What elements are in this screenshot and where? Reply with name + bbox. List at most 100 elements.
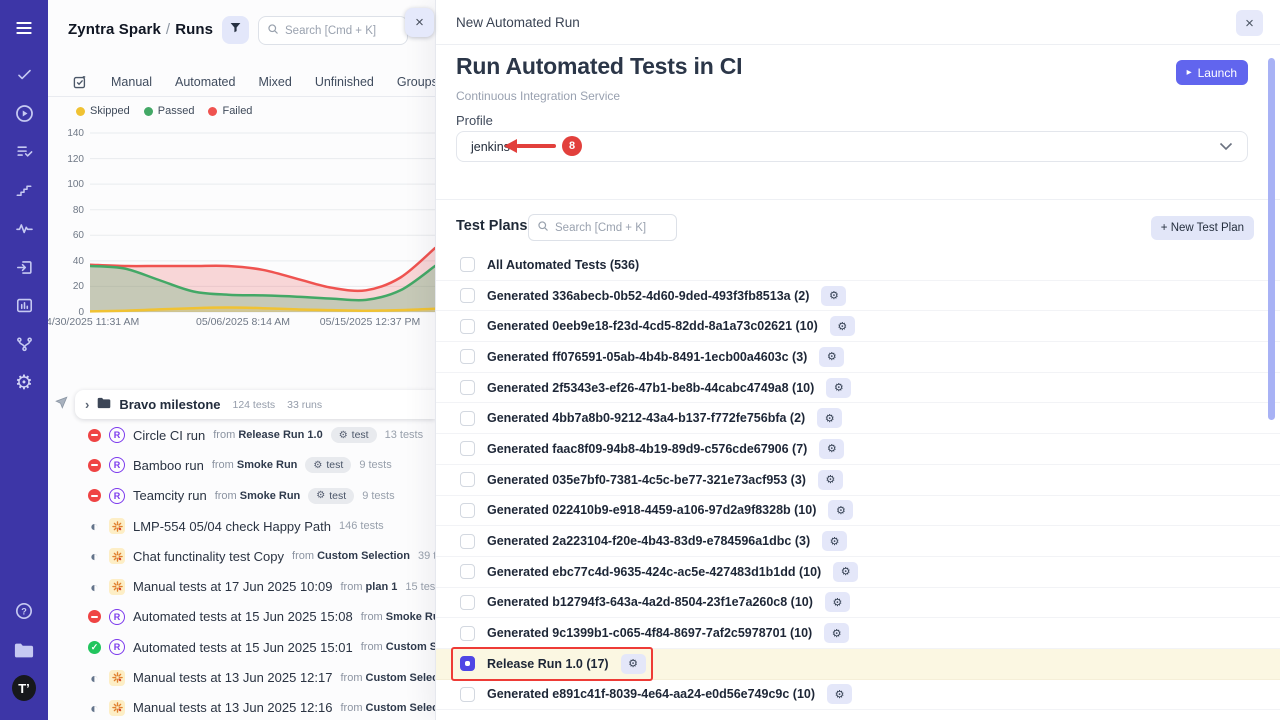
- run-name: Manual tests at 13 Jun 2025 12:16: [133, 700, 332, 715]
- test-plan-checkbox[interactable]: [460, 472, 475, 487]
- test-plan-row[interactable]: Generated 022410b9-e918-4459-a106-97d2a9…: [436, 496, 1280, 527]
- test-plan-settings-button[interactable]: ⚙: [621, 654, 646, 674]
- launch-button[interactable]: ▸ Launch: [1176, 60, 1248, 85]
- tab-groups[interactable]: Groups: [397, 75, 435, 89]
- test-plan-settings-button[interactable]: ⚙: [822, 531, 847, 551]
- run-list-item[interactable]: ✓RAutomated tests at 15 Jun 2025 15:01fr…: [48, 632, 435, 662]
- test-plan-settings-button[interactable]: ⚙: [833, 562, 858, 582]
- test-plan-settings-button[interactable]: ⚙: [824, 623, 849, 643]
- run-list-item[interactable]: RAutomated tests at 15 Jun 2025 15:08fro…: [48, 602, 435, 632]
- test-plan-settings-button[interactable]: ⚙: [827, 684, 852, 704]
- test-plan-row[interactable]: Generated faac8f09-94b8-4b19-89d9-c576cd…: [436, 434, 1280, 465]
- run-play-icon[interactable]: [12, 101, 36, 125]
- test-plan-settings-button[interactable]: ⚙: [818, 470, 843, 490]
- test-plan-checkbox[interactable]: [460, 319, 475, 334]
- run-list-item[interactable]: ◐LMP-554 05/04 check Happy Path146 tests: [48, 511, 435, 541]
- test-plan-settings-button[interactable]: ⚙: [817, 408, 842, 428]
- test-plan-checkbox[interactable]: [460, 564, 475, 579]
- test-plan-row[interactable]: Generated b12794f3-643a-4a2d-8504-23f1e7…: [436, 588, 1280, 619]
- manual-run-icon: [109, 518, 125, 534]
- runs-search[interactable]: [258, 16, 408, 45]
- help-icon[interactable]: ?: [12, 599, 36, 623]
- test-plan-row[interactable]: Generated ebc77c4d-9635-424c-ac5e-427483…: [436, 557, 1280, 588]
- run-list-item[interactable]: ◐Manual tests at 13 Jun 2025 12:17from C…: [48, 662, 435, 692]
- test-plan-checkbox[interactable]: [460, 257, 475, 272]
- settings-icon[interactable]: ⚙: [12, 371, 36, 395]
- breadcrumb-app[interactable]: Zyntra Spark: [68, 21, 161, 38]
- pending-status-icon: ◐: [88, 701, 101, 714]
- test-plan-row[interactable]: Generated ff076591-05ab-4b4b-8491-1ecb00…: [436, 342, 1280, 373]
- test-plan-checkbox[interactable]: [460, 626, 475, 641]
- activity-icon[interactable]: [12, 217, 36, 241]
- group-row-bravo-milestone[interactable]: › Bravo milestone 124 tests 33 runs: [75, 390, 435, 419]
- panel-close-button[interactable]: ×: [405, 8, 434, 37]
- test-plan-row[interactable]: Generated 2a223104-f20e-4b43-83d9-e78459…: [436, 526, 1280, 557]
- test-plan-row[interactable]: Generated 035e7bf0-7381-4c5c-be77-321e73…: [436, 465, 1280, 496]
- test-plan-checkbox[interactable]: [460, 595, 475, 610]
- run-list-item[interactable]: RBamboo runfrom Smoke Run⚙test9 tests: [48, 450, 435, 480]
- tests-check-icon[interactable]: [12, 62, 36, 86]
- menu-icon[interactable]: [12, 16, 36, 40]
- test-plan-checkbox[interactable]: [460, 380, 475, 395]
- test-plan-settings-button[interactable]: ⚙: [819, 439, 844, 459]
- steps-icon[interactable]: [12, 178, 36, 202]
- test-plan-settings-button[interactable]: ⚙: [819, 347, 844, 367]
- test-plan-row[interactable]: Generated 336abecb-0b52-4d60-9ded-493f3f…: [436, 281, 1280, 312]
- test-plan-settings-button[interactable]: ⚙: [825, 592, 850, 612]
- test-plan-row[interactable]: All Automated Tests (536): [436, 250, 1280, 281]
- test-plan-row[interactable]: Generated 4bb7a8b0-9212-43a4-b137-f772fe…: [436, 403, 1280, 434]
- test-plans-header: Test Plans + New Test Plan: [436, 206, 1280, 250]
- search-input[interactable]: [285, 25, 399, 37]
- filter-button[interactable]: [222, 16, 249, 44]
- chevron-right-icon[interactable]: ›: [85, 398, 89, 411]
- test-plan-checkbox[interactable]: [460, 534, 475, 549]
- test-plan-settings-button[interactable]: ⚙: [830, 316, 855, 336]
- new-test-plan-button[interactable]: + New Test Plan: [1151, 216, 1254, 240]
- run-list-item[interactable]: ◐Chat functinality test Copyfrom Custom …: [48, 541, 435, 571]
- select-runs-icon[interactable]: [72, 74, 88, 90]
- test-plan-settings-button[interactable]: ⚙: [828, 500, 853, 520]
- drawer-close-button[interactable]: ×: [1236, 10, 1263, 36]
- test-plan-checkbox[interactable]: [460, 411, 475, 426]
- automated-run-icon: R: [109, 457, 125, 473]
- test-plan-row[interactable]: Generated e891c41f-8039-4e64-aa24-e0d56e…: [436, 680, 1280, 711]
- tab-manual[interactable]: Manual: [111, 75, 152, 89]
- test-plan-settings-button[interactable]: ⚙: [826, 378, 851, 398]
- test-plan-row[interactable]: Generated 2f5343e3-ef26-47b1-be8b-44cabc…: [436, 373, 1280, 404]
- tab-mixed[interactable]: Mixed: [258, 75, 291, 89]
- tab-automated[interactable]: Automated: [175, 75, 235, 89]
- sign-in-icon[interactable]: [12, 255, 36, 279]
- vertical-scrollbar[interactable]: [1268, 58, 1275, 420]
- test-plan-checkbox[interactable]: [460, 503, 475, 518]
- test-plan-label: Release Run 1.0 (17): [487, 657, 609, 671]
- test-plan-checkbox[interactable]: [460, 441, 475, 456]
- test-plan-checkbox[interactable]: [460, 656, 475, 671]
- tab-unfinished[interactable]: Unfinished: [315, 75, 374, 89]
- run-list-item[interactable]: ◐Manual tests at 17 Jun 2025 10:09from p…: [48, 571, 435, 601]
- test-plan-row[interactable]: Generated 0eeb9e18-f23d-4cd5-82dd-8a1a73…: [436, 311, 1280, 342]
- test-plan-settings-button[interactable]: ⚙: [821, 286, 846, 306]
- runs-chart-svg: [90, 126, 435, 318]
- run-tests-count: 39 tests: [418, 550, 435, 562]
- test-plan-row[interactable]: Release Run 1.0 (17) ⚙: [436, 649, 1280, 680]
- test-plan-checkbox[interactable]: [460, 288, 475, 303]
- reports-icon[interactable]: [12, 294, 36, 318]
- projects-icon[interactable]: [12, 638, 36, 662]
- versions-icon[interactable]: [12, 332, 36, 356]
- run-list-item[interactable]: RTeamcity runfrom Smoke Run⚙test9 tests: [48, 481, 435, 511]
- gear-icon: ⚙: [313, 460, 322, 471]
- test-config-chip[interactable]: ⚙test: [331, 427, 377, 443]
- test-config-chip[interactable]: ⚙test: [305, 457, 351, 473]
- test-plan-row[interactable]: Generated 9c1399b1-c065-4f84-8697-7af2c5…: [436, 618, 1280, 649]
- test-plans-search-input[interactable]: [555, 222, 668, 234]
- test-plan-checkbox[interactable]: [460, 687, 475, 702]
- test-plans-search[interactable]: [528, 214, 677, 241]
- run-list-item[interactable]: ◐Manual tests at 13 Jun 2025 12:16from C…: [48, 693, 435, 720]
- run-source: from Smoke Run: [215, 490, 301, 502]
- test-list-icon[interactable]: [12, 140, 36, 164]
- section-divider: [436, 199, 1280, 200]
- test-plan-checkbox[interactable]: [460, 349, 475, 364]
- test-config-chip[interactable]: ⚙test: [308, 488, 354, 504]
- search-icon: [267, 22, 279, 40]
- run-list-item[interactable]: RCircle CI runfrom Release Run 1.0⚙test1…: [48, 420, 435, 450]
